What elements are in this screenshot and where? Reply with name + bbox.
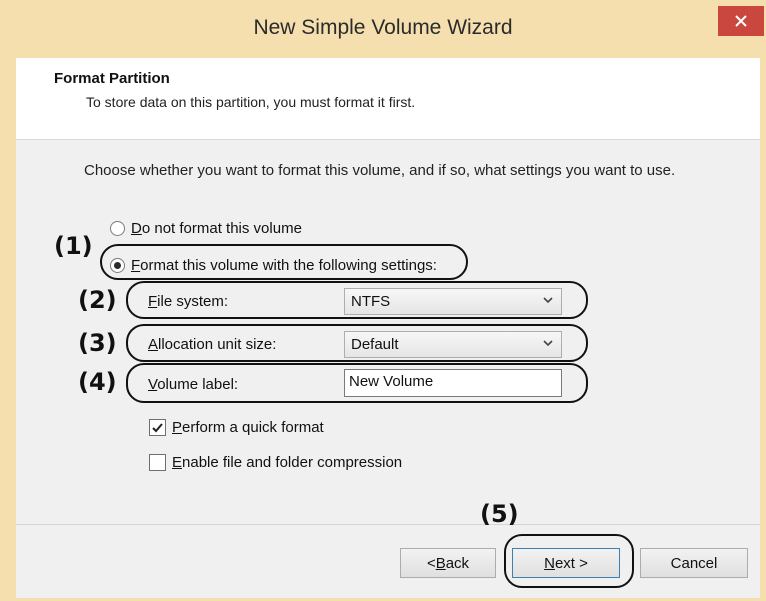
wizard-window: New Simple Volume Wizard Format Partitio… bbox=[0, 0, 766, 601]
window-title: New Simple Volume Wizard bbox=[253, 16, 513, 39]
close-button[interactable] bbox=[718, 6, 764, 36]
annotation-oval-3 bbox=[126, 324, 588, 362]
annotation-label-2: (2) bbox=[78, 286, 117, 314]
radio-label-do-not-format: Do not format this volume bbox=[131, 220, 302, 237]
compression-checkbox[interactable] bbox=[149, 454, 166, 471]
back-button[interactable]: < Back bbox=[400, 548, 496, 578]
annotation-label-3: (3) bbox=[78, 329, 117, 357]
radio-button-unchecked[interactable] bbox=[110, 221, 125, 236]
radio-do-not-format[interactable]: Do not format this volume bbox=[110, 220, 302, 237]
annotation-label-1: (1) bbox=[54, 232, 93, 260]
compression-checkbox-row[interactable]: Enable file and folder compression bbox=[149, 454, 402, 471]
title-bar[interactable]: New Simple Volume Wizard bbox=[0, 0, 766, 58]
annotation-oval-2 bbox=[126, 281, 588, 319]
wizard-header: Format Partition To store data on this p… bbox=[16, 58, 760, 140]
page-title: Format Partition bbox=[54, 70, 170, 87]
close-icon bbox=[735, 15, 747, 27]
annotation-label-4: (4) bbox=[78, 368, 117, 396]
footer-divider bbox=[16, 524, 760, 525]
instruction-text: Choose whether you want to format this v… bbox=[84, 162, 676, 179]
quick-format-checkbox-row[interactable]: Perform a quick format bbox=[149, 419, 324, 436]
quick-format-label: Perform a quick format bbox=[172, 419, 324, 436]
annotation-oval-4 bbox=[126, 363, 588, 403]
compression-label: Enable file and folder compression bbox=[172, 454, 403, 471]
checkmark-icon bbox=[152, 423, 163, 433]
annotation-oval-1 bbox=[100, 244, 468, 280]
page-subtitle: To store data on this partition, you mus… bbox=[86, 94, 416, 110]
annotation-oval-5 bbox=[504, 534, 634, 588]
quick-format-checkbox[interactable] bbox=[149, 419, 166, 436]
cancel-button[interactable]: Cancel bbox=[640, 548, 748, 578]
annotation-label-5: (5) bbox=[480, 500, 519, 528]
